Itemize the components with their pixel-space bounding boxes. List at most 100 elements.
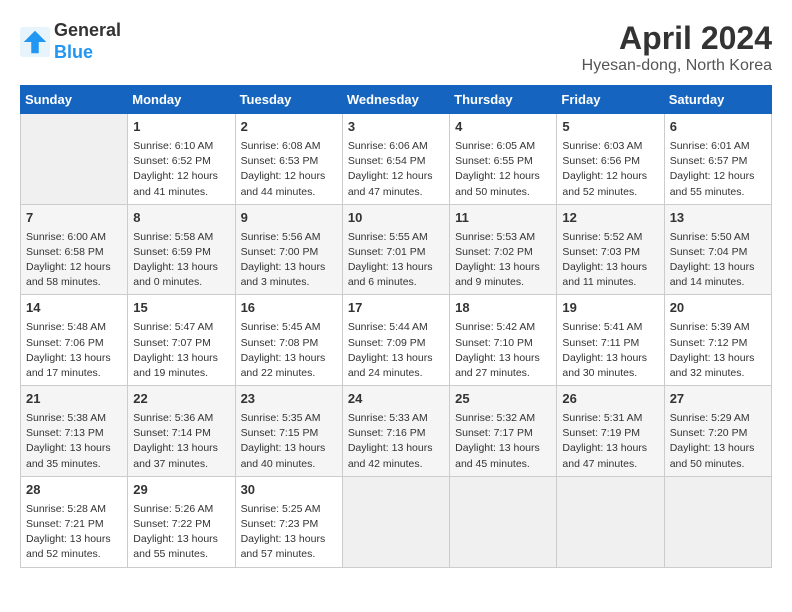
calendar-cell: 26 Sunrise: 5:31 AMSunset: 7:19 PMDayligh…	[557, 386, 664, 477]
calendar-cell: 9Sunrise: 5:56 AMSunset: 7:00 PMDaylight…	[235, 204, 342, 295]
calendar-cell: 18 Sunrise: 5:42 AMSunset: 7:10 PMDayligh…	[450, 295, 557, 386]
calendar-cell: 28Sunrise: 5:28 AMSunset: 7:21 PMDayligh…	[21, 476, 128, 567]
calendar-title: April 2024	[582, 20, 772, 57]
weekday-header: Saturday	[664, 86, 771, 114]
weekday-header: Wednesday	[342, 86, 449, 114]
calendar-cell: 14 Sunrise: 5:48 AMSunset: 7:06 PMDayligh…	[21, 295, 128, 386]
day-sun-info: Sunrise: 5:31 AMSunset: 7:19 PMDaylight:…	[562, 411, 658, 472]
calendar-cell: 15 Sunrise: 5:47 AMSunset: 7:07 PMDayligh…	[128, 295, 235, 386]
day-sun-info: Sunrise: 5:48 AMSunset: 7:06 PMDaylight:…	[26, 320, 122, 381]
day-number: 28	[26, 481, 122, 500]
calendar-cell: 29Sunrise: 5:26 AMSunset: 7:22 PMDayligh…	[128, 476, 235, 567]
calendar-table: SundayMondayTuesdayWednesdayThursdayFrid…	[20, 85, 772, 568]
day-number: 7	[26, 209, 122, 228]
calendar-cell	[342, 476, 449, 567]
day-number: 19	[562, 299, 658, 318]
day-sun-info: Sunrise: 5:35 AMSunset: 7:15 PMDaylight:…	[241, 411, 337, 472]
calendar-cell: 1 Sunrise: 6:10 AMSunset: 6:52 PMDaylight…	[128, 114, 235, 205]
calendar-cell: 6 Sunrise: 6:01 AMSunset: 6:57 PMDaylight…	[664, 114, 771, 205]
day-sun-info: Sunrise: 5:44 AMSunset: 7:09 PMDaylight:…	[348, 320, 444, 381]
calendar-cell	[21, 114, 128, 205]
calendar-week-row: 7Sunrise: 6:00 AMSunset: 6:58 PMDaylight…	[21, 204, 772, 295]
day-number: 8	[133, 209, 229, 228]
calendar-cell: 17 Sunrise: 5:44 AMSunset: 7:09 PMDayligh…	[342, 295, 449, 386]
day-number: 29	[133, 481, 229, 500]
logo-icon	[20, 27, 50, 57]
day-number: 23	[241, 390, 337, 409]
weekday-header: Tuesday	[235, 86, 342, 114]
day-sun-info: Sunrise: 5:45 AMSunset: 7:08 PMDaylight:…	[241, 320, 337, 381]
logo-line2: Blue	[54, 42, 121, 64]
calendar-cell: 10 Sunrise: 5:55 AMSunset: 7:01 PMDayligh…	[342, 204, 449, 295]
day-sun-info: Sunrise: 5:39 AMSunset: 7:12 PMDaylight:…	[670, 320, 766, 381]
calendar-week-row: 1 Sunrise: 6:10 AMSunset: 6:52 PMDaylight…	[21, 114, 772, 205]
day-number: 30	[241, 481, 337, 500]
weekday-header: Thursday	[450, 86, 557, 114]
day-number: 14	[26, 299, 122, 318]
calendar-cell: 21 Sunrise: 5:38 AMSunset: 7:13 PMDayligh…	[21, 386, 128, 477]
weekday-header: Friday	[557, 86, 664, 114]
day-number: 15	[133, 299, 229, 318]
day-sun-info: Sunrise: 5:47 AMSunset: 7:07 PMDaylight:…	[133, 320, 229, 381]
weekday-header: Sunday	[21, 86, 128, 114]
day-sun-info: Sunrise: 5:55 AMSunset: 7:01 PMDaylight:…	[348, 230, 444, 291]
day-sun-info: Sunrise: 5:58 AMSunset: 6:59 PMDaylight:…	[133, 230, 229, 291]
page-header: General Blue April 2024 Hyesan-dong, Nor…	[20, 20, 772, 75]
day-sun-info: Sunrise: 6:08 AMSunset: 6:53 PMDaylight:…	[241, 139, 337, 200]
day-sun-info: Sunrise: 5:56 AMSunset: 7:00 PMDaylight:…	[241, 230, 337, 291]
day-sun-info: Sunrise: 5:29 AMSunset: 7:20 PMDaylight:…	[670, 411, 766, 472]
title-block: April 2024 Hyesan-dong, North Korea	[582, 20, 772, 75]
day-sun-info: Sunrise: 6:05 AMSunset: 6:55 PMDaylight:…	[455, 139, 551, 200]
day-number: 1	[133, 118, 229, 137]
day-sun-info: Sunrise: 5:33 AMSunset: 7:16 PMDaylight:…	[348, 411, 444, 472]
calendar-cell: 22 Sunrise: 5:36 AMSunset: 7:14 PMDayligh…	[128, 386, 235, 477]
calendar-cell	[450, 476, 557, 567]
logo: General Blue	[20, 20, 121, 63]
day-sun-info: Sunrise: 5:42 AMSunset: 7:10 PMDaylight:…	[455, 320, 551, 381]
calendar-cell: 3 Sunrise: 6:06 AMSunset: 6:54 PMDaylight…	[342, 114, 449, 205]
day-number: 4	[455, 118, 551, 137]
calendar-cell: 8 Sunrise: 5:58 AMSunset: 6:59 PMDaylight…	[128, 204, 235, 295]
day-number: 21	[26, 390, 122, 409]
calendar-cell: 4 Sunrise: 6:05 AMSunset: 6:55 PMDaylight…	[450, 114, 557, 205]
calendar-cell: 5Sunrise: 6:03 AMSunset: 6:56 PMDaylight…	[557, 114, 664, 205]
day-sun-info: Sunrise: 5:38 AMSunset: 7:13 PMDaylight:…	[26, 411, 122, 472]
calendar-cell: 20 Sunrise: 5:39 AMSunset: 7:12 PMDayligh…	[664, 295, 771, 386]
day-sun-info: Sunrise: 5:41 AMSunset: 7:11 PMDaylight:…	[562, 320, 658, 381]
day-sun-info: Sunrise: 5:36 AMSunset: 7:14 PMDaylight:…	[133, 411, 229, 472]
calendar-week-row: 28Sunrise: 5:28 AMSunset: 7:21 PMDayligh…	[21, 476, 772, 567]
day-number: 2	[241, 118, 337, 137]
weekday-header: Monday	[128, 86, 235, 114]
day-number: 20	[670, 299, 766, 318]
calendar-cell: 2 Sunrise: 6:08 AMSunset: 6:53 PMDaylight…	[235, 114, 342, 205]
day-number: 26	[562, 390, 658, 409]
day-number: 24	[348, 390, 444, 409]
calendar-cell: 7Sunrise: 6:00 AMSunset: 6:58 PMDaylight…	[21, 204, 128, 295]
day-number: 27	[670, 390, 766, 409]
calendar-cell: 13Sunrise: 5:50 AMSunset: 7:04 PMDayligh…	[664, 204, 771, 295]
calendar-cell: 12 Sunrise: 5:52 AMSunset: 7:03 PMDayligh…	[557, 204, 664, 295]
day-number: 18	[455, 299, 551, 318]
day-number: 22	[133, 390, 229, 409]
day-number: 16	[241, 299, 337, 318]
day-number: 17	[348, 299, 444, 318]
day-sun-info: Sunrise: 6:10 AMSunset: 6:52 PMDaylight:…	[133, 139, 229, 200]
day-number: 3	[348, 118, 444, 137]
day-number: 6	[670, 118, 766, 137]
logo-line1: General	[54, 20, 121, 42]
calendar-cell: 16 Sunrise: 5:45 AMSunset: 7:08 PMDayligh…	[235, 295, 342, 386]
day-sun-info: Sunrise: 5:50 AMSunset: 7:04 PMDaylight:…	[670, 230, 766, 291]
calendar-cell: 24 Sunrise: 5:33 AMSunset: 7:16 PMDayligh…	[342, 386, 449, 477]
day-sun-info: Sunrise: 5:32 AMSunset: 7:17 PMDaylight:…	[455, 411, 551, 472]
day-number: 12	[562, 209, 658, 228]
day-sun-info: Sunrise: 6:06 AMSunset: 6:54 PMDaylight:…	[348, 139, 444, 200]
day-sun-info: Sunrise: 5:52 AMSunset: 7:03 PMDaylight:…	[562, 230, 658, 291]
day-number: 11	[455, 209, 551, 228]
calendar-cell: 19 Sunrise: 5:41 AMSunset: 7:11 PMDayligh…	[557, 295, 664, 386]
day-sun-info: Sunrise: 6:01 AMSunset: 6:57 PMDaylight:…	[670, 139, 766, 200]
day-number: 10	[348, 209, 444, 228]
day-sun-info: Sunrise: 5:25 AMSunset: 7:23 PMDaylight:…	[241, 502, 337, 563]
day-sun-info: Sunrise: 6:03 AMSunset: 6:56 PMDaylight:…	[562, 139, 658, 200]
day-number: 25	[455, 390, 551, 409]
calendar-cell: 30 Sunrise: 5:25 AMSunset: 7:23 PMDayligh…	[235, 476, 342, 567]
